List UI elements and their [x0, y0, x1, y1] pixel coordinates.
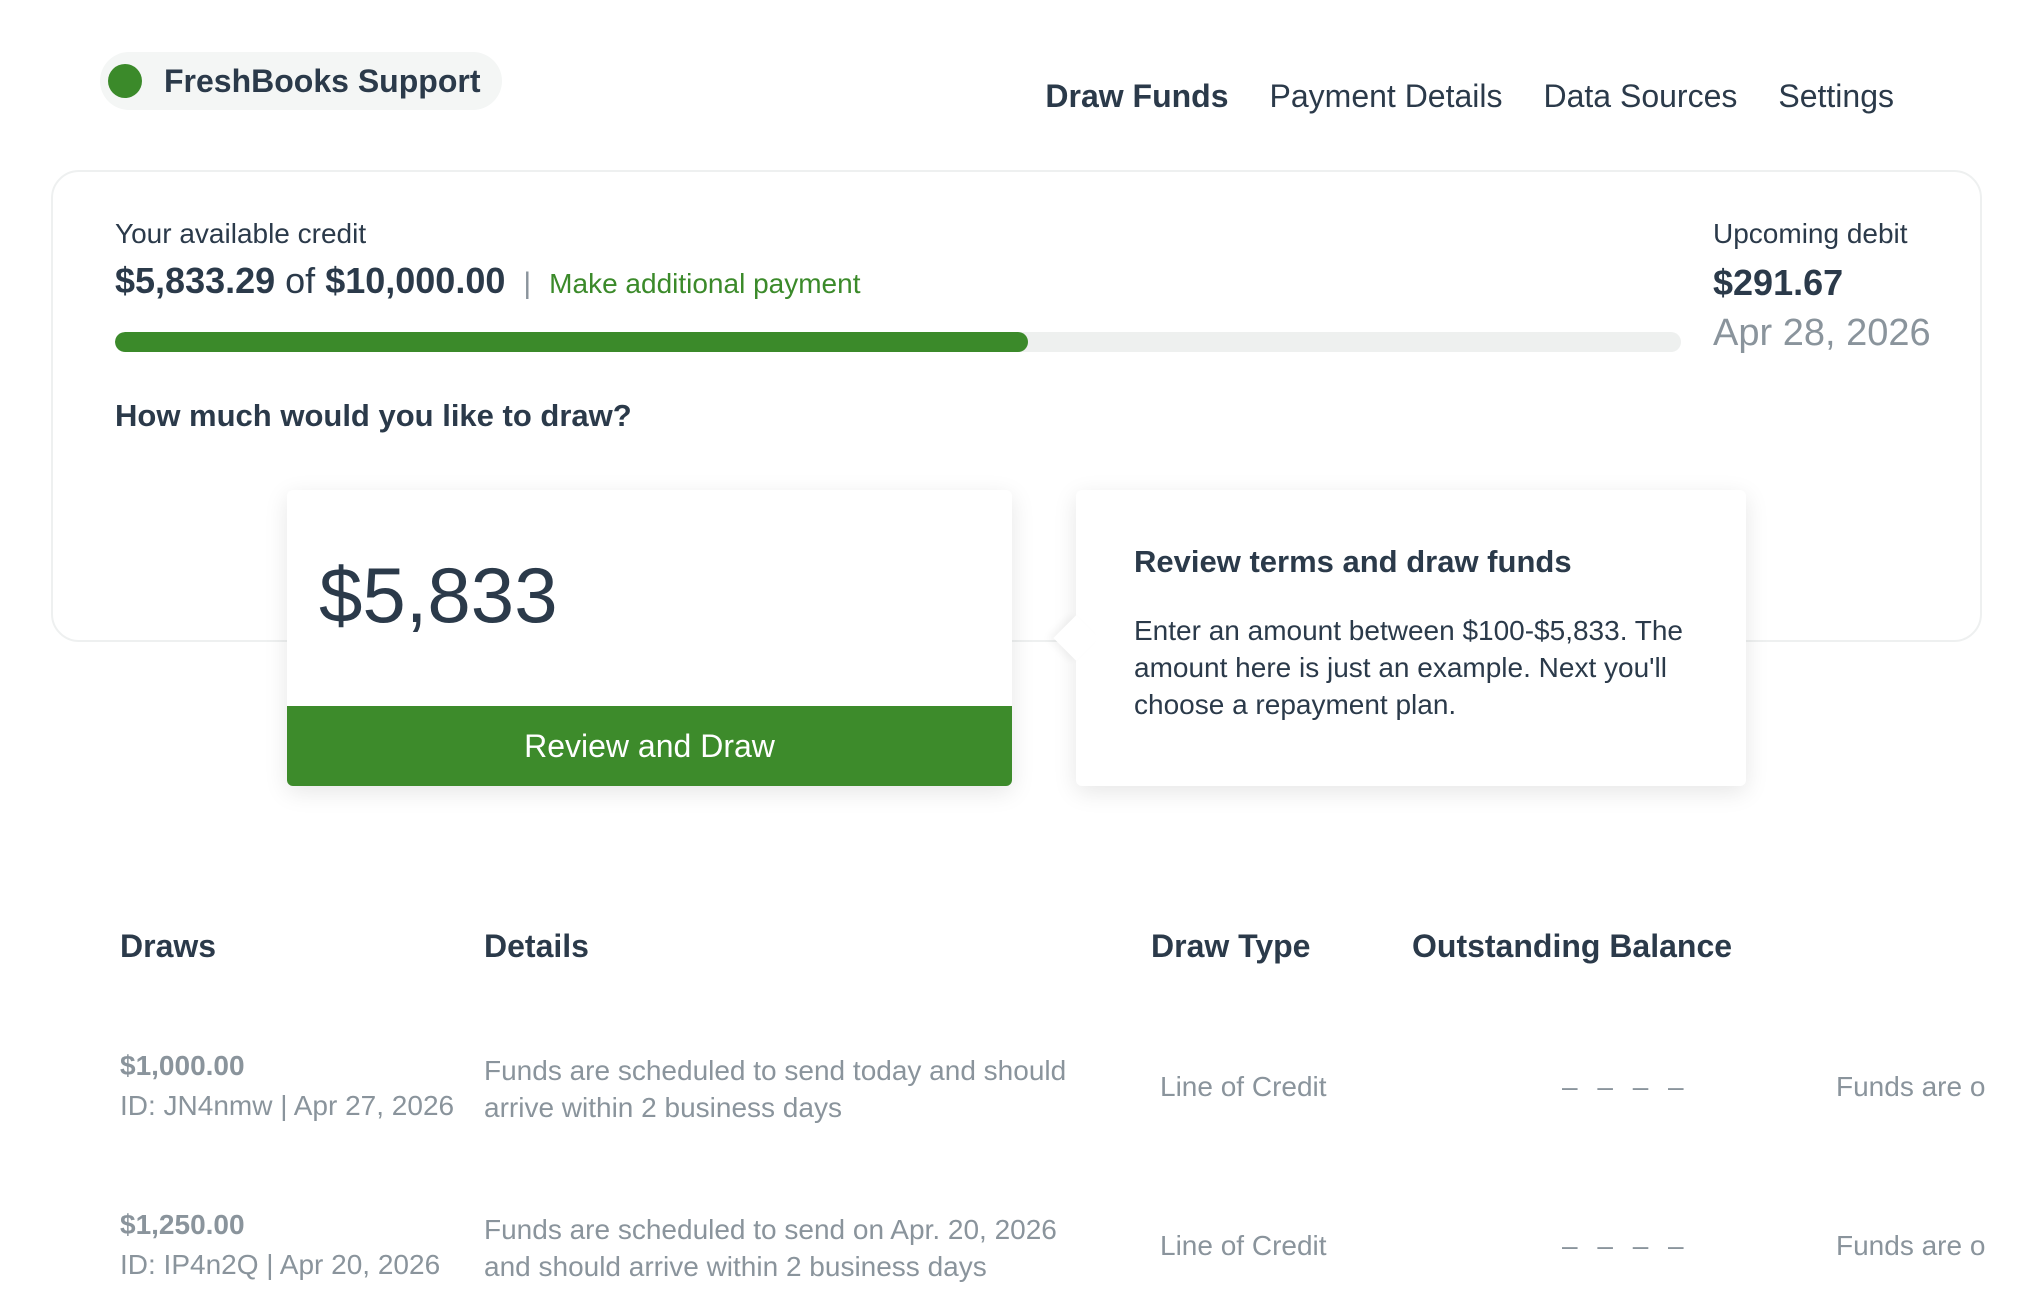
make-additional-payment-link[interactable]: Make additional payment — [549, 268, 860, 300]
draw-id-date: ID: IP4n2Q | Apr 20, 2026 — [120, 1249, 441, 1280]
column-header-details: Details — [484, 928, 589, 964]
nav-payment-details[interactable]: Payment Details — [1270, 78, 1503, 115]
column-header-draw-type: Draw Type — [1151, 928, 1311, 964]
draw-details: Funds are scheduled to send on Apr. 20, … — [484, 1214, 1057, 1282]
upcoming-debit-amount: $291.67 — [1713, 262, 1844, 303]
draw-amount: $1,000.00 — [120, 1050, 245, 1081]
draw-id-date: ID: JN4nmw | Apr 27, 2026 — [120, 1090, 455, 1121]
column-header-outstanding-balance: Outstanding Balance — [1412, 928, 1733, 964]
nav-draw-funds[interactable]: Draw Funds — [1045, 78, 1228, 115]
draw-amount: $1,250.00 — [120, 1209, 245, 1240]
outstanding-balance: – – – – — [1562, 1071, 1690, 1102]
draw-type: Line of Credit — [1160, 1071, 1327, 1102]
credit-limit-amount: $10,000.00 — [325, 260, 506, 301]
nav-data-sources[interactable]: Data Sources — [1544, 78, 1738, 115]
column-header-draws: Draws — [120, 928, 217, 964]
top-nav: Draw Funds Payment Details Data Sources … — [1045, 78, 1894, 115]
available-credit-label: Your available credit — [115, 218, 367, 249]
brand-name: FreshBooks Support — [164, 62, 481, 99]
available-credit-row: $5,833.29 of $10,000.00 | Make additiona… — [115, 260, 860, 302]
draw-amount-card: Review and Draw — [287, 490, 1012, 786]
tooltip-title: Review terms and draw funds — [1134, 544, 1572, 579]
draw-status: Funds are o — [1836, 1230, 1986, 1261]
draw-status: Funds are o — [1836, 1071, 1986, 1102]
draw-details: Funds are scheduled to send today and sh… — [484, 1055, 1067, 1123]
credit-progress-bar — [115, 332, 1681, 352]
outstanding-balance: – – – – — [1562, 1230, 1690, 1261]
upcoming-debit-label: Upcoming debit — [1713, 218, 1908, 249]
draw-amount-input[interactable] — [319, 550, 979, 640]
draw-question: How much would you like to draw? — [115, 398, 632, 433]
brand-badge[interactable]: FreshBooks Support — [100, 52, 503, 110]
nav-settings[interactable]: Settings — [1778, 78, 1894, 115]
draw-type: Line of Credit — [1160, 1230, 1327, 1261]
review-terms-tooltip: Review terms and draw funds Enter an amo… — [1053, 490, 1746, 786]
available-credit-of: of — [285, 260, 316, 301]
page: FreshBooks Support Draw Funds Payment De… — [0, 0, 2026, 1316]
divider: | — [523, 267, 532, 300]
review-and-draw-button[interactable]: Review and Draw — [287, 706, 1012, 786]
tooltip-body: Enter an amount between $100-$5,833. The… — [1134, 615, 1683, 720]
credit-progress-fill — [115, 332, 1028, 352]
available-credit-amount: $5,833.29 — [115, 260, 276, 301]
status-dot-icon — [108, 64, 142, 98]
upcoming-debit-date: Apr 28, 2026 — [1713, 312, 1931, 354]
